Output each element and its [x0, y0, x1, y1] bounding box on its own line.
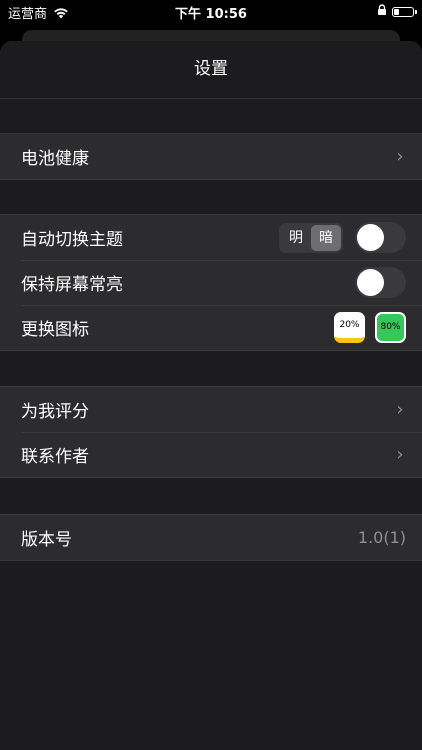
keep-awake-toggle[interactable] [355, 267, 406, 298]
version-label: 版本号 [21, 530, 72, 550]
change-icon-label: 更换图标 [21, 320, 89, 340]
toggle-knob [357, 269, 384, 296]
theme-dark-segment[interactable]: 暗 [311, 224, 341, 251]
contact-label: 联系作者 [21, 447, 89, 467]
status-bar: 运营商 下午 10:56 [0, 0, 422, 22]
auto-theme-label: 自动切换主题 [21, 230, 123, 250]
auto-theme-row: 自动切换主题 明 暗 [0, 215, 422, 260]
keep-awake-label: 保持屏幕常亮 [21, 275, 123, 295]
keep-awake-row: 保持屏幕常亮 [0, 260, 422, 305]
app-icon-option-20[interactable]: 20% [334, 312, 365, 343]
theme-light-segment[interactable]: 明 [281, 225, 311, 251]
rate-row[interactable]: 为我评分 › [0, 387, 422, 432]
auto-theme-toggle[interactable] [355, 222, 406, 253]
about-section: 为我评分 › 联系作者 › [0, 386, 422, 478]
chevron-right-icon: › [396, 146, 404, 167]
battery-health-row[interactable]: 电池健康 › [0, 134, 422, 179]
app-icon-option-80[interactable]: 80% [375, 312, 406, 343]
display-section: 自动切换主题 明 暗 保持屏幕常亮 更换图标 20% 80% [0, 214, 422, 351]
chevron-right-icon: › [396, 399, 404, 420]
battery-group-section: 电池健康 › [0, 133, 422, 180]
rate-label: 为我评分 [21, 402, 89, 422]
battery-icon [392, 6, 417, 17]
theme-segmented-control[interactable]: 明 暗 [279, 222, 343, 253]
version-section: 版本号 1.0(1) [0, 514, 422, 561]
chevron-right-icon: › [396, 444, 404, 465]
battery-health-label: 电池健康 [21, 149, 89, 169]
version-row: 版本号 1.0(1) [0, 515, 422, 560]
orientation-lock-icon [377, 4, 387, 19]
toggle-knob [357, 224, 384, 251]
version-value: 1.0(1) [357, 528, 406, 547]
page-title: 设置 [0, 41, 422, 99]
contact-row[interactable]: 联系作者 › [0, 432, 422, 477]
status-time: 下午 10:56 [175, 7, 247, 22]
settings-sheet: 设置 电池健康 › 自动切换主题 明 暗 保持屏幕常亮 更换图标 20% 80%… [0, 41, 422, 750]
battery-fill [394, 8, 399, 15]
change-icon-row: 更换图标 20% 80% [0, 305, 422, 350]
battery-group [377, 4, 417, 19]
